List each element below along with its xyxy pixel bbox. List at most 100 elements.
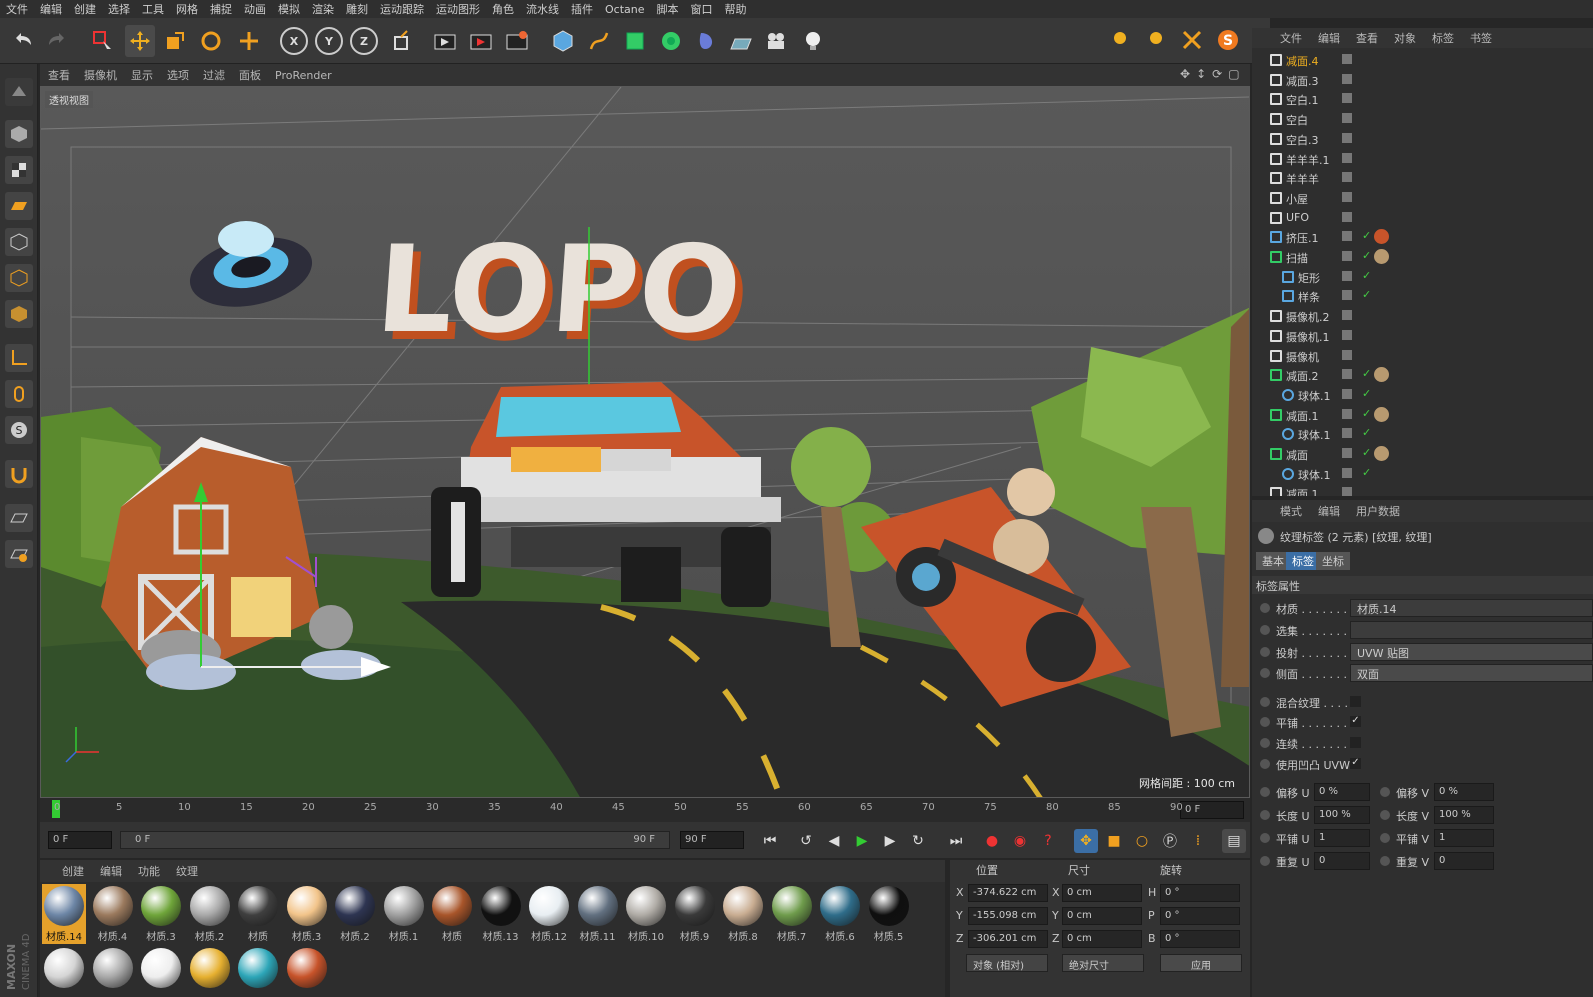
next-key-icon[interactable]: ↻ [906,829,930,853]
material-swatch[interactable]: 材质.12 [527,884,571,944]
object-row[interactable]: 减面 ✓ [1252,444,1593,464]
tab-coordinates[interactable]: 坐标 [1316,552,1350,570]
viewport-menu-item[interactable]: 查看 [48,67,70,83]
object-row[interactable]: 摄像机 [1252,346,1593,366]
goto-start-icon[interactable]: ⏮ [758,829,782,853]
redo-icon[interactable] [42,25,72,57]
menu-item[interactable]: 插件 [571,1,593,17]
prev-frame-icon[interactable]: ◀ [822,829,846,853]
object-row[interactable]: 摄像机.1 [1252,326,1593,346]
floor-icon[interactable] [726,25,756,57]
animate-radio[interactable] [1260,668,1270,678]
visibility-toggle[interactable] [1342,113,1352,124]
viewport-menu-item[interactable]: 摄像机 [84,67,117,83]
object-row[interactable]: 样条 ✓ [1252,286,1593,306]
enabled-check[interactable]: ✓ [1362,269,1371,282]
material-swatch[interactable]: 材质.8 [721,884,765,944]
render-active-icon[interactable] [466,25,496,57]
viewport-menu-item[interactable]: 过滤 [203,67,225,83]
play-icon[interactable]: ▶ [850,829,874,853]
object-row[interactable]: 球体.1 ✓ [1252,385,1593,405]
attribute-menu-item[interactable]: 用户数据 [1356,503,1400,519]
material-preview-ball[interactable] [286,948,327,988]
material-swatch[interactable]: 材质.7 [770,884,814,944]
visibility-toggle[interactable] [1342,191,1352,202]
coordinate-system-icon[interactable] [388,25,418,57]
enabled-check[interactable]: ✓ [1362,367,1371,380]
animate-radio[interactable] [1380,787,1390,797]
object-row[interactable]: 小屋 [1252,188,1593,208]
menu-item[interactable]: Octane [605,3,645,16]
menu-item[interactable]: 运动图形 [436,1,480,17]
visibility-toggle[interactable] [1342,329,1352,340]
snap-s-icon[interactable]: S [5,416,33,444]
side-dropdown[interactable]: 双面 [1350,664,1593,682]
material-swatch[interactable]: 材质.11 [576,884,620,944]
viewport-menu-item[interactable]: 显示 [131,67,153,83]
size-y-field[interactable]: 0 cm [1062,907,1142,925]
offset-u-field[interactable]: 0 % [1314,783,1370,801]
object-menu-item[interactable]: 书签 [1470,30,1492,46]
dolly-icon[interactable]: ↕ [1196,67,1206,83]
material-swatch[interactable]: 材质.4 [91,884,135,944]
animate-radio[interactable] [1260,759,1270,769]
material-menu-item[interactable]: 编辑 [100,863,122,879]
menu-item[interactable]: 捕捉 [210,1,232,17]
enabled-check[interactable]: ✓ [1362,387,1371,400]
material-swatch[interactable]: 材质.3 [285,884,329,944]
material-swatch[interactable]: 材质 [236,884,280,944]
viewport-menu-item[interactable]: ProRender [275,69,332,82]
material-menu-item[interactable]: 功能 [138,863,160,879]
animate-radio[interactable] [1260,625,1270,635]
object-row[interactable]: 减面.1 [1252,483,1593,496]
material-preview-ball[interactable] [44,948,84,988]
projection-dropdown[interactable]: UVW 贴图 [1350,643,1593,661]
visibility-toggle[interactable] [1342,290,1352,301]
size-x-field[interactable]: 0 cm [1062,884,1142,902]
timeline-ruler[interactable]: 0 F 0 5 10 15 20 25 30 35 40 45 50 55 60 65 70 75 80 85 90 [40,798,1250,822]
light-icon[interactable] [798,25,828,57]
enabled-check[interactable]: ✓ [1362,466,1371,479]
menu-item[interactable]: 流水线 [526,1,559,17]
grid-snap-icon[interactable] [5,540,33,568]
rotate-icon[interactable] [196,25,226,57]
menu-item[interactable]: 角色 [492,1,514,17]
menu-item[interactable]: 窗口 [691,1,713,17]
menu-item[interactable]: 编辑 [40,1,62,17]
material-swatch[interactable]: 材质.14 [42,884,86,944]
range-slider[interactable]: 0 F 90 F [120,831,670,849]
offset-v-field[interactable]: 0 % [1434,783,1494,801]
object-row[interactable]: 羊羊羊 [1252,168,1593,188]
material-swatch[interactable]: 材质.10 [624,884,668,944]
visibility-toggle[interactable] [1342,310,1352,321]
workplane-icon[interactable] [1177,24,1207,56]
key-param-icon[interactable]: Ⓟ [1158,829,1182,853]
menu-item[interactable]: 帮助 [725,1,747,17]
mix-checkbox[interactable] [1350,696,1361,707]
object-row[interactable]: 空白 [1252,109,1593,129]
menu-item[interactable]: 雕刻 [346,1,368,17]
animate-radio[interactable] [1260,647,1270,657]
material-preview-ball[interactable] [141,948,181,988]
next-frame-icon[interactable]: ▶ [878,829,902,853]
object-row[interactable]: UFO [1252,208,1593,228]
visibility-toggle[interactable] [1342,132,1352,143]
key-scale-icon[interactable]: ■ [1102,829,1126,853]
make-editable-icon[interactable] [5,78,33,106]
menu-item[interactable]: 运动跟踪 [380,1,424,17]
enabled-check[interactable]: ✓ [1362,446,1371,459]
visibility-toggle[interactable] [1342,428,1352,439]
orbit-icon[interactable]: ⟳ [1212,67,1222,83]
material-swatch[interactable]: 材质.1 [382,884,426,944]
render-settings-icon[interactable] [502,25,532,57]
deformer-icon[interactable] [692,25,722,57]
model-mode-icon[interactable] [5,120,33,148]
animate-radio[interactable] [1260,717,1270,727]
x-axis-lock[interactable]: X [280,27,308,55]
menu-item[interactable]: 选择 [108,1,130,17]
pos-z-field[interactable]: -306.201 cm [968,930,1048,948]
render-view-icon[interactable] [430,25,460,57]
object-menu-item[interactable]: 查看 [1356,30,1378,46]
perspective-viewport[interactable]: LOPO LOPO 透视视图 网格间距: 100 cm [40,86,1250,798]
object-menu-item[interactable]: 标签 [1432,30,1454,46]
